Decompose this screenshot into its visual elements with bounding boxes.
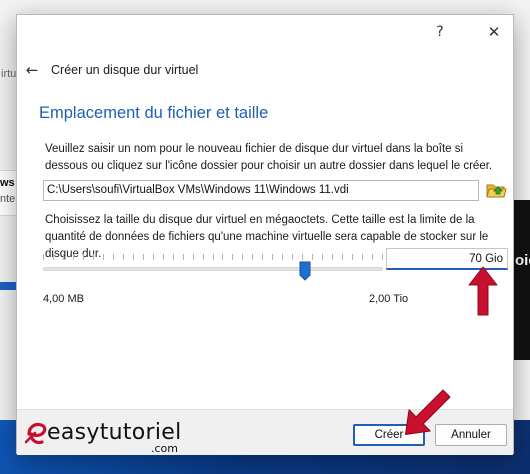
slider-tick — [332, 254, 333, 260]
location-description: Veuillez saisir un nom pour le nouveau f… — [45, 143, 493, 172]
slider-tick — [213, 254, 214, 260]
slider-tick — [153, 254, 154, 260]
slider-tick — [193, 254, 194, 260]
slider-tick — [53, 254, 54, 260]
slider-tick — [372, 254, 373, 260]
background-vm-item: ws nte — [0, 170, 16, 216]
slider-tick — [222, 254, 223, 260]
slider-handle[interactable] — [299, 261, 311, 281]
background-vm-list: irtu ws nte d nte — [0, 60, 16, 290]
slider-tick — [113, 254, 114, 260]
annotation-arrow-diagonal-icon — [404, 389, 451, 436]
help-button[interactable]: ? — [431, 23, 449, 41]
slider-tick — [133, 254, 134, 260]
slider-tick — [282, 254, 283, 260]
section-title: Emplacement du fichier et taille — [39, 104, 269, 122]
size-min-label: 4,00 MB — [43, 293, 84, 305]
back-arrow-icon[interactable]: ← — [23, 61, 41, 79]
slider-tick — [312, 254, 313, 260]
slider-tick — [292, 254, 293, 260]
slider-track[interactable] — [43, 267, 383, 271]
create-virtual-disk-dialog: ? ✕ ← Créer un disque dur virtuel Emplac… — [16, 14, 514, 455]
annotation-arrow-up-icon — [468, 266, 498, 316]
slider-tick — [43, 254, 44, 260]
folder-open-icon[interactable] — [485, 179, 507, 201]
slider-tick — [183, 254, 184, 260]
slider-tick — [252, 254, 253, 260]
slider-tick — [242, 254, 243, 260]
close-button[interactable]: ✕ — [485, 23, 503, 41]
wizard-title: Créer un disque dur virtuel — [51, 63, 199, 77]
background-text: irtu — [1, 68, 16, 80]
slider-tick — [173, 254, 174, 260]
slider-tick — [262, 254, 263, 260]
slider-tick — [302, 254, 303, 260]
background-vm-item-selected: d nte — [0, 282, 16, 290]
slider-tick — [362, 254, 363, 260]
logo-domain: .com — [151, 442, 178, 455]
slider-tick — [322, 254, 323, 260]
size-max-label: 2,00 Tio — [369, 293, 409, 305]
slider-tick — [103, 254, 104, 260]
easytutoriel-logo: easytutoriel .com — [23, 418, 213, 455]
file-path-input[interactable]: C:\Users\soufi\VirtualBox VMs\Windows 11… — [43, 180, 479, 201]
slider-tick — [93, 254, 94, 260]
slider-tick — [203, 254, 204, 260]
slider-tick — [83, 254, 84, 260]
slider-tick — [382, 254, 383, 260]
slider-tick — [163, 254, 164, 260]
slider-tick — [272, 254, 273, 260]
slider-ticks — [43, 254, 383, 262]
slider-tick — [123, 254, 124, 260]
slider-tick — [342, 254, 343, 260]
slider-tick — [63, 254, 64, 260]
slider-tick — [352, 254, 353, 260]
slider-tick — [143, 254, 144, 260]
title-bar: ? ✕ — [17, 15, 513, 49]
slider-tick — [232, 254, 233, 260]
background-preview: oic — [514, 200, 530, 360]
wizard-header: ← Créer un disque dur virtuel — [17, 59, 513, 85]
slider-tick — [73, 254, 74, 260]
disk-size-slider[interactable] — [43, 249, 383, 289]
